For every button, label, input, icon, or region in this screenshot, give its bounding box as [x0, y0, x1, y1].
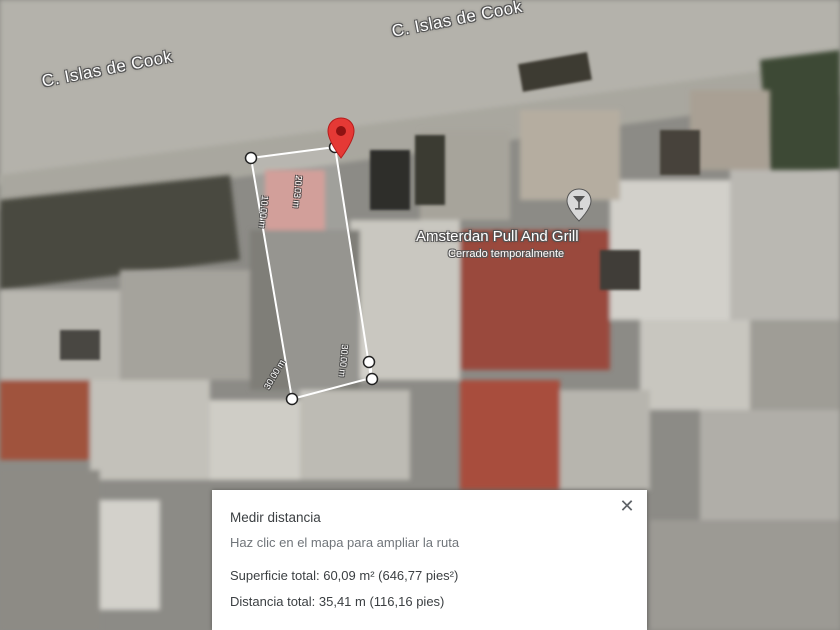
total-area: Superficie total: 60,09 m² (646,77 pies²… [230, 568, 459, 583]
vegetation-right [760, 50, 840, 180]
measure-distance-panel: Medir distancia Haz clic en el mapa para… [212, 490, 647, 630]
map-pin-icon[interactable] [326, 116, 356, 160]
vertex-handle[interactable] [244, 151, 258, 165]
panel-title: Medir distancia [230, 510, 321, 525]
vertex-handle[interactable] [285, 392, 299, 406]
panel-hint: Haz clic en el mapa para ampliar la ruta [230, 535, 460, 550]
poi-name[interactable]: Amsterdan Pull And Grill [416, 228, 579, 245]
glass-icon[interactable] [566, 188, 592, 222]
vertex-handle[interactable] [362, 355, 376, 369]
close-icon[interactable]: ✕ [615, 494, 639, 518]
total-distance: Distancia total: 35,41 m (116,16 pies) [230, 594, 445, 609]
vertex-handle[interactable] [365, 372, 379, 386]
poi-status: Cerrado temporalmente [448, 248, 565, 260]
